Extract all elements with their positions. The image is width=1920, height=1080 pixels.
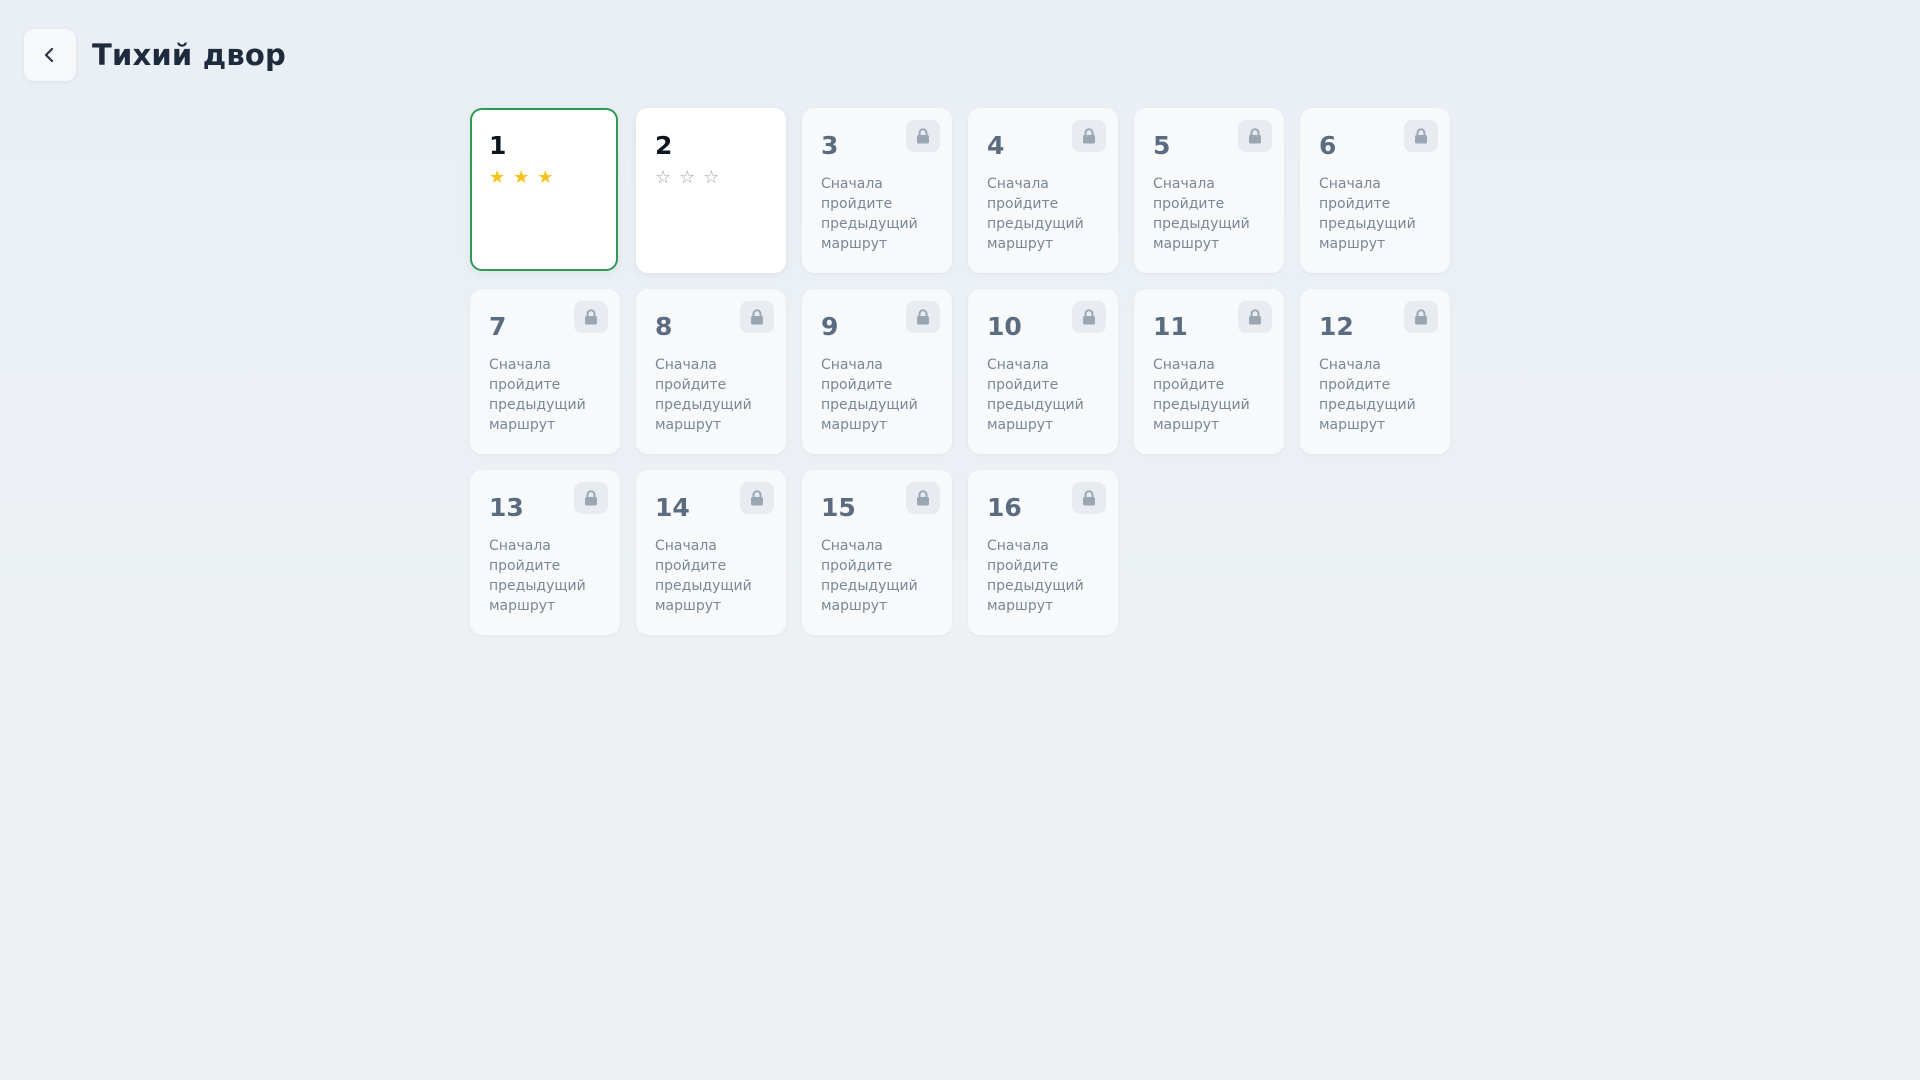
star-rating: ★ ★ ★ xyxy=(489,168,616,188)
star-empty-icon: ☆ xyxy=(703,167,720,188)
chevron-left-icon xyxy=(42,46,58,64)
lock-icon xyxy=(906,301,940,333)
star-empty-icon: ☆ xyxy=(679,167,696,188)
locked-message: Сначала пройдите предыдущий маршрут xyxy=(1319,176,1416,252)
lock-icon xyxy=(1238,120,1272,152)
level-card-4[interactable]: 4 Сначала пройдите предыдущий маршрут xyxy=(968,108,1118,273)
lock-icon xyxy=(906,482,940,514)
lock-icon xyxy=(1072,482,1106,514)
level-card-5[interactable]: 5 Сначала пройдите предыдущий маршрут xyxy=(1134,108,1284,273)
level-card-16[interactable]: 16 Сначала пройдите предыдущий маршрут xyxy=(968,470,1118,635)
locked-message: Сначала пройдите предыдущий маршрут xyxy=(821,357,918,433)
locked-message: Сначала пройдите предыдущий маршрут xyxy=(821,538,918,614)
level-card-14[interactable]: 14 Сначала пройдите предыдущий маршрут xyxy=(636,470,786,635)
lock-icon xyxy=(574,482,608,514)
level-number: 2 xyxy=(655,131,673,160)
locked-message: Сначала пройдите предыдущий маршрут xyxy=(655,538,752,614)
level-card-8[interactable]: 8 Сначала пройдите предыдущий маршрут xyxy=(636,289,786,454)
star-filled-icon: ★ xyxy=(537,167,554,188)
level-card-3[interactable]: 3 Сначала пройдите предыдущий маршрут xyxy=(802,108,952,273)
level-card-7[interactable]: 7 Сначала пройдите предыдущий маршрут xyxy=(470,289,620,454)
lock-icon xyxy=(1238,301,1272,333)
lock-icon xyxy=(574,301,608,333)
level-grid: 1 ★ ★ ★ 2 ☆ ☆ ☆ 3 Сначала пройдите преды… xyxy=(470,108,1450,635)
locked-message: Сначала пройдите предыдущий маршрут xyxy=(1319,357,1416,433)
locked-message: Сначала пройдите предыдущий маршрут xyxy=(655,357,752,433)
star-filled-icon: ★ xyxy=(489,167,506,188)
lock-icon xyxy=(740,482,774,514)
locked-message: Сначала пройдите предыдущий маршрут xyxy=(987,357,1084,433)
level-card-11[interactable]: 11 Сначала пройдите предыдущий маршрут xyxy=(1134,289,1284,454)
lock-icon xyxy=(906,120,940,152)
level-number: 1 xyxy=(489,131,507,160)
level-card-10[interactable]: 10 Сначала пройдите предыдущий маршрут xyxy=(968,289,1118,454)
locked-message: Сначала пройдите предыдущий маршрут xyxy=(987,176,1084,252)
star-filled-icon: ★ xyxy=(513,167,530,188)
page-title: Тихий двор xyxy=(92,38,286,72)
locked-message: Сначала пройдите предыдущий маршрут xyxy=(1153,176,1250,252)
level-card-2[interactable]: 2 ☆ ☆ ☆ xyxy=(636,108,786,273)
locked-message: Сначала пройдите предыдущий маршрут xyxy=(489,357,586,433)
lock-icon xyxy=(740,301,774,333)
lock-icon xyxy=(1404,120,1438,152)
lock-icon xyxy=(1404,301,1438,333)
level-card-12[interactable]: 12 Сначала пройдите предыдущий маршрут xyxy=(1300,289,1450,454)
locked-message: Сначала пройдите предыдущий маршрут xyxy=(489,538,586,614)
level-card-9[interactable]: 9 Сначала пройдите предыдущий маршрут xyxy=(802,289,952,454)
level-card-1[interactable]: 1 ★ ★ ★ xyxy=(470,108,618,271)
level-card-15[interactable]: 15 Сначала пройдите предыдущий маршрут xyxy=(802,470,952,635)
locked-message: Сначала пройдите предыдущий маршрут xyxy=(821,176,918,252)
star-empty-icon: ☆ xyxy=(655,167,672,188)
lock-icon xyxy=(1072,301,1106,333)
level-card-13[interactable]: 13 Сначала пройдите предыдущий маршрут xyxy=(470,470,620,635)
lock-icon xyxy=(1072,120,1106,152)
locked-message: Сначала пройдите предыдущий маршрут xyxy=(1153,357,1250,433)
star-rating: ☆ ☆ ☆ xyxy=(655,168,786,188)
level-card-6[interactable]: 6 Сначала пройдите предыдущий маршрут xyxy=(1300,108,1450,273)
locked-message: Сначала пройдите предыдущий маршрут xyxy=(987,538,1084,614)
back-button[interactable] xyxy=(24,29,76,81)
